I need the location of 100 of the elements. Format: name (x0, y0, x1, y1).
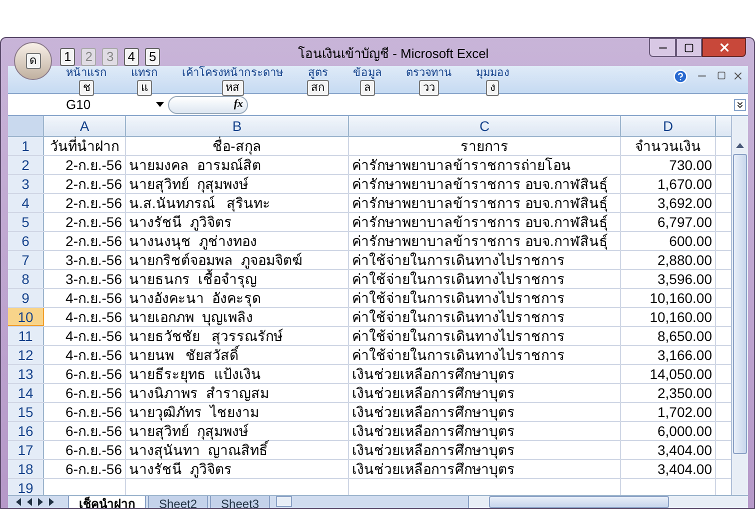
row-header[interactable]: 16 (8, 422, 44, 440)
table-cell: 10,160.00 (621, 308, 716, 326)
vertical-scrollbar[interactable] (731, 116, 748, 495)
table-cell: 10,160.00 (621, 289, 716, 307)
column-header[interactable]: A (44, 116, 126, 136)
restore-icon[interactable] (717, 71, 726, 80)
table-cell: 4-ก.ย.-56 (44, 346, 126, 364)
first-sheet-icon[interactable] (16, 498, 21, 506)
keytip-badge: ช (79, 80, 94, 96)
row-header[interactable]: 9 (8, 289, 44, 307)
sheet-tab[interactable]: เช็คนำฝาก (68, 496, 146, 508)
table-cell: 6-ก.ย.-56 (44, 403, 126, 421)
close-button[interactable] (702, 38, 746, 57)
table-cell: 3,404.00 (621, 460, 716, 478)
table-cell: ค่ารักษาพยาบาลข้าราชการถ่ายโอน (349, 156, 621, 174)
table-cell: นางรัชนี ภูวิจิตร (126, 213, 349, 231)
row-header[interactable]: 11 (8, 327, 44, 345)
table-cell: นางนิภาพร สำราญสม (126, 384, 349, 402)
ribbon-tab[interactable]: หน้าแรก (66, 66, 107, 79)
table-cell: ค่าใช้จ่ายในการเดินทางไปราชการ (349, 251, 621, 269)
minimize-button[interactable] (649, 38, 676, 57)
ribbon-tab[interactable]: เค้าโครงหน้ากระดาษ (182, 66, 283, 79)
table-cell: นางอังคะนา อังคะรุด (126, 289, 349, 307)
row-header[interactable]: 4 (8, 194, 44, 212)
next-sheet-icon[interactable] (38, 498, 43, 506)
table-cell: 2,880.00 (621, 251, 716, 269)
table-cell: นายกริชต์จอมพล ภูจอมจิตฆ์ (126, 251, 349, 269)
table-cell: ค่ารักษาพยาบาลข้าราชการ อบจ.กาฬสินธุ์ (349, 175, 621, 193)
table-cell: 1,670.00 (621, 175, 716, 193)
office-button[interactable]: ด (14, 42, 52, 80)
row-header[interactable]: 15 (8, 403, 44, 421)
table-cell: นายธวัชชัย สุวรรณรักษ์ (126, 327, 349, 345)
row-header[interactable]: 12 (8, 346, 44, 364)
row-header[interactable]: 2 (8, 156, 44, 174)
maximize-button[interactable] (676, 38, 702, 57)
table-cell: 6-ก.ย.-56 (44, 460, 126, 478)
table-cell: 2,350.00 (621, 384, 716, 402)
table-cell: เงินช่วยเหลือการศึกษาบุตร (349, 422, 621, 440)
row-header[interactable]: 7 (8, 251, 44, 269)
table-cell: นายธนกร เชื้อจำรุญ (126, 270, 349, 288)
table-cell: 6-ก.ย.-56 (44, 441, 126, 459)
table-cell: จำนวนเงิน (621, 137, 716, 155)
table-cell: 600.00 (621, 232, 716, 250)
row-header[interactable]: 17 (8, 441, 44, 459)
row-header[interactable]: 10 (8, 308, 44, 326)
table-cell: เงินช่วยเหลือการศึกษาบุตร (349, 460, 621, 478)
ribbon-tab[interactable]: สูตร (308, 66, 328, 79)
ribbon-tab[interactable]: ตรวจทาน (406, 66, 452, 79)
keytip-badge: วว (419, 80, 439, 96)
row-header[interactable]: 13 (8, 365, 44, 383)
table-cell: ค่าใช้จ่ายในการเดินทางไปราชการ (349, 270, 621, 288)
table-cell: 4-ก.ย.-56 (44, 327, 126, 345)
table-cell: 2-ก.ย.-56 (44, 194, 126, 212)
column-header[interactable]: B (126, 116, 349, 136)
ribbon-tab[interactable]: มุมมอง (476, 66, 509, 79)
row-header[interactable]: 5 (8, 213, 44, 231)
table-cell: นายสุวิทย์ กุสุมพงษ์ (126, 422, 349, 440)
table-cell: ค่าใช้จ่ายในการเดินทางไปราชการ (349, 289, 621, 307)
keytip-badge: ล (360, 80, 375, 96)
table-cell: ค่ารักษาพยาบาลข้าราชการ อบจ.กาฬสินธุ์ (349, 213, 621, 231)
table-cell: 14,050.00 (621, 365, 716, 383)
table-cell: 4-ก.ย.-56 (44, 289, 126, 307)
table-cell: 2-ก.ย.-56 (44, 213, 126, 231)
help-icon[interactable] (673, 69, 688, 84)
previous-sheet-icon[interactable] (27, 498, 32, 506)
quick-access-button[interactable]: 4 (124, 48, 139, 66)
column-header[interactable]: C (349, 116, 621, 136)
scroll-up-icon[interactable] (736, 143, 744, 148)
row-header[interactable]: 8 (8, 270, 44, 288)
table-cell: 3,692.00 (621, 194, 716, 212)
keytip-badge: แ (137, 80, 152, 96)
row-header[interactable]: 1 (8, 137, 44, 155)
table-cell: 4-ก.ย.-56 (44, 308, 126, 326)
last-sheet-icon[interactable] (49, 498, 54, 506)
table-cell: ค่าใช้จ่ายในการเดินทางไปราชการ (349, 308, 621, 326)
horizontal-scrollbar[interactable] (468, 496, 748, 508)
row-header[interactable]: 18 (8, 460, 44, 478)
row-header[interactable]: 6 (8, 232, 44, 250)
quick-access-button[interactable]: 1 (60, 48, 76, 66)
table-cell: 3-ก.ย.-56 (44, 251, 126, 269)
sheet-tab[interactable]: Sheet2 (148, 496, 208, 508)
table-cell: 6-ก.ย.-56 (44, 422, 126, 440)
row-header[interactable]: 14 (8, 384, 44, 402)
ribbon-tab[interactable]: ข้อมูล (353, 66, 382, 79)
sheet-tab[interactable]: Sheet3 (210, 496, 270, 508)
table-cell: เงินช่วยเหลือการศึกษาบุตร (349, 365, 621, 383)
function-button[interactable]: fx (168, 96, 248, 114)
table-cell: ค่าใช้จ่ายในการเดินทางไปราชการ (349, 346, 621, 364)
close-icon[interactable] (732, 70, 744, 82)
row-header[interactable]: 3 (8, 175, 44, 193)
expand-icon[interactable] (734, 98, 746, 110)
table-cell: ค่ารักษาพยาบาลข้าราชการ อบจ.กาฬสินธุ์ (349, 232, 621, 250)
ribbon-tab[interactable]: แทรก (131, 66, 158, 79)
table-cell: 6-ก.ย.-56 (44, 365, 126, 383)
table-cell: 3-ก.ย.-56 (44, 270, 126, 288)
table-cell: 3,166.00 (621, 346, 716, 364)
quick-access-button[interactable]: 5 (144, 48, 160, 66)
table-cell: 1,702.00 (621, 403, 716, 421)
table-cell: ชื่อ-สกุล (126, 137, 349, 155)
column-header[interactable]: D (621, 116, 716, 136)
